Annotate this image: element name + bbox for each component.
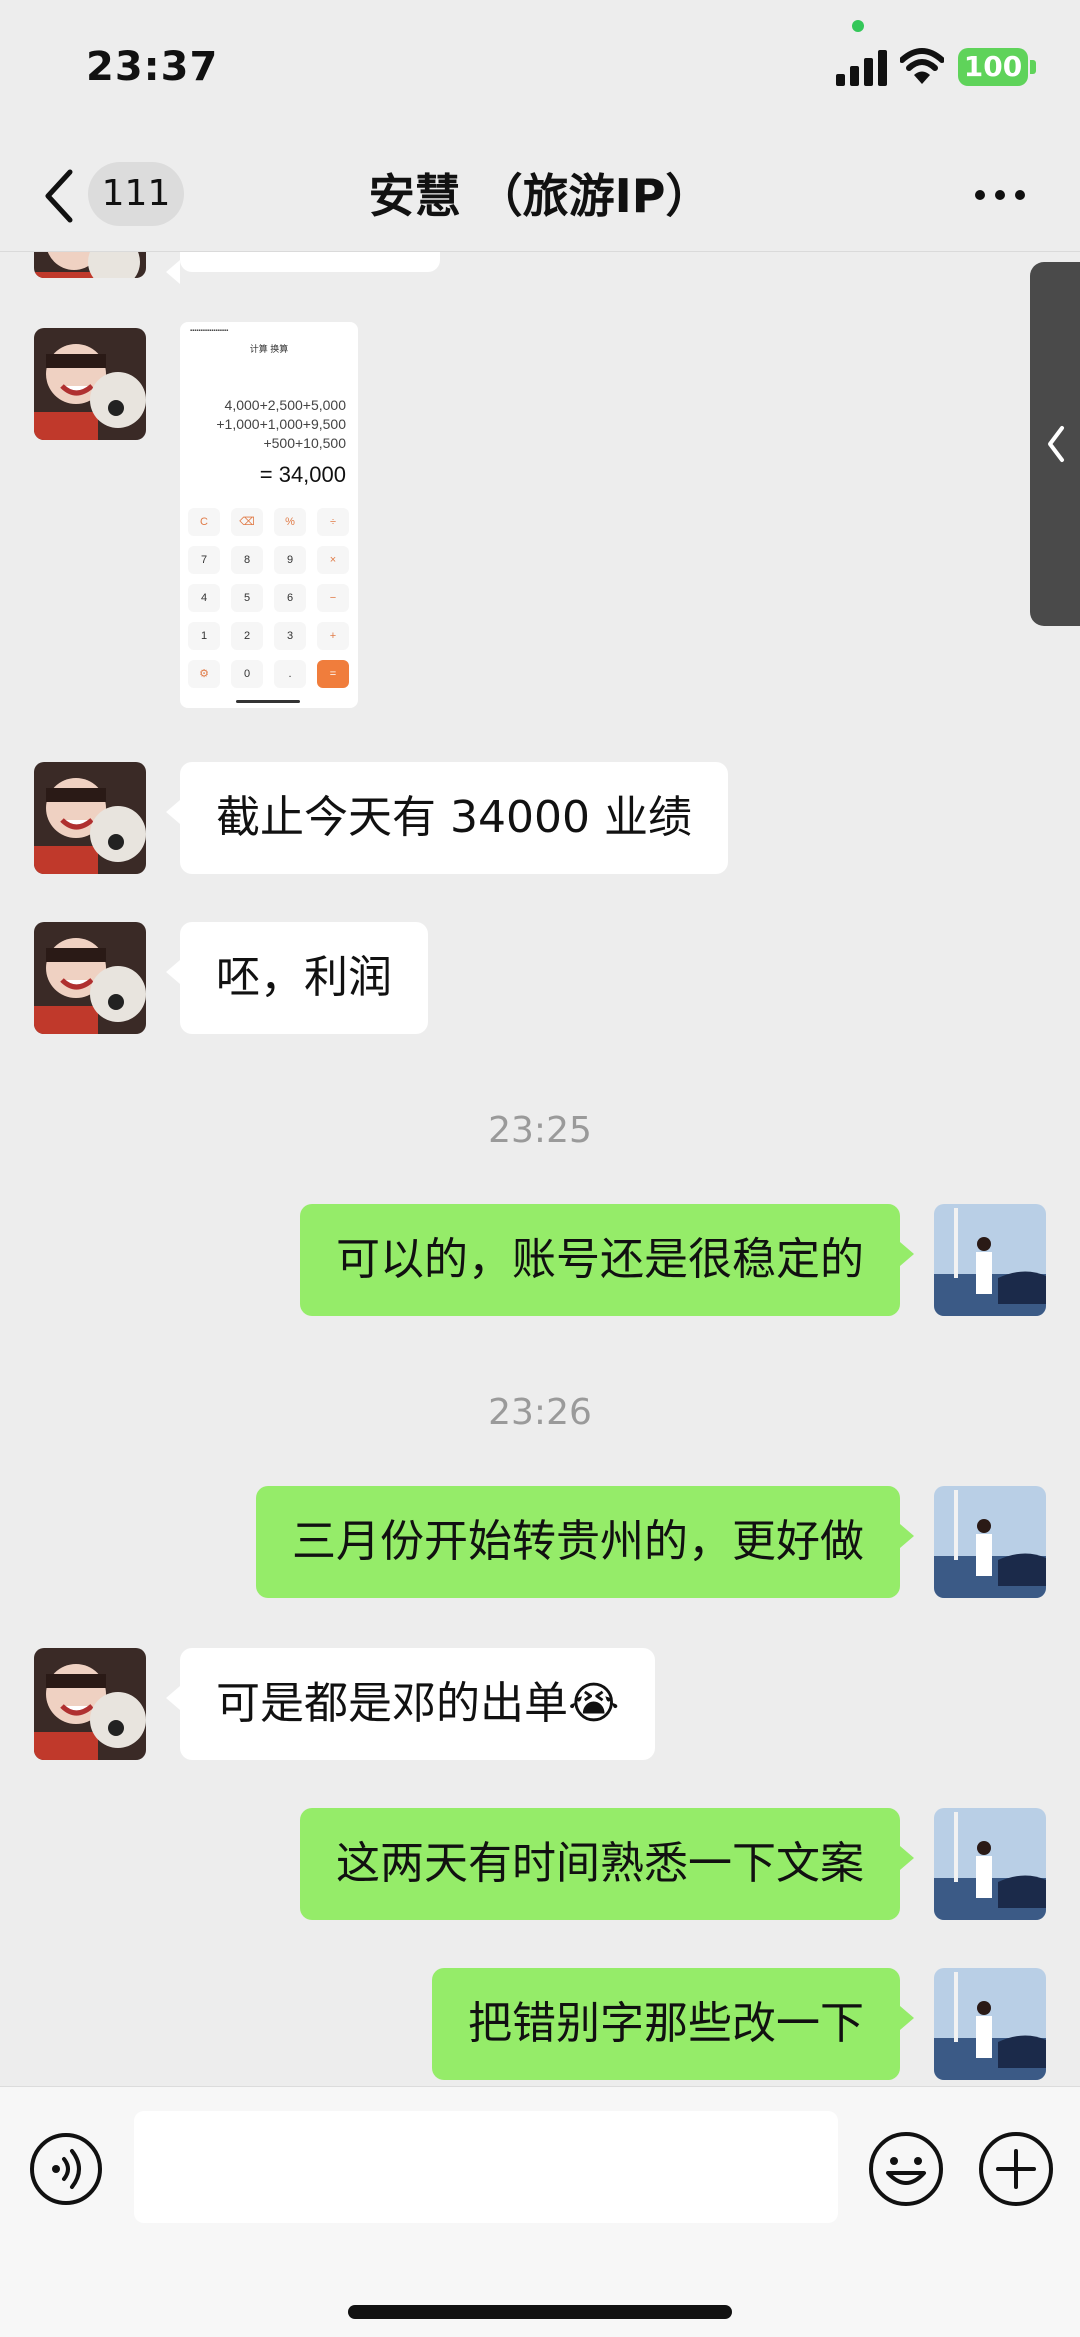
calc-key: ÷ xyxy=(317,508,349,536)
calc-key: = xyxy=(317,660,349,688)
avatar[interactable] xyxy=(934,1486,1046,1598)
calc-tabs: 计算 换算 xyxy=(249,344,289,354)
avatar[interactable] xyxy=(34,1648,146,1760)
calc-key: − xyxy=(317,584,349,612)
avatar[interactable] xyxy=(934,1808,1046,1920)
avatar[interactable] xyxy=(934,1204,1046,1316)
message-input[interactable] xyxy=(134,2111,838,2223)
floating-side-tab[interactable] xyxy=(1030,262,1080,626)
calc-home-indicator xyxy=(236,700,300,703)
calc-expression-line: +500+10,500 xyxy=(263,435,346,451)
signal-icon xyxy=(836,50,887,86)
input-bar xyxy=(0,2086,1080,2337)
chat-title: 安慧 （旅游IP） xyxy=(368,169,712,223)
calc-expression-line: +1,000+1,000+9,500 xyxy=(216,416,346,432)
calc-key: C xyxy=(188,508,220,536)
calc-key: 8 xyxy=(231,546,263,574)
calc-result: = 34,000 xyxy=(259,462,346,487)
status-bar: 23:37 100 xyxy=(0,0,1080,140)
voice-icon[interactable] xyxy=(28,2131,104,2207)
calc-key: 1 xyxy=(188,622,220,650)
message-bubble-incoming[interactable]: 可是都是邓的出单😭 xyxy=(165,1648,656,1760)
more-icon[interactable] xyxy=(972,180,1028,210)
avatar[interactable] xyxy=(34,252,146,278)
calc-expression: 4,000+2,500+5,000 +1,000+1,000+9,500 +50… xyxy=(186,396,346,453)
message-timestamp: 23:26 xyxy=(488,1392,592,1433)
calc-key: 4 xyxy=(188,584,220,612)
calc-key: 9 xyxy=(274,546,306,574)
wifi-icon xyxy=(900,48,944,84)
plus-icon[interactable] xyxy=(976,2129,1056,2209)
calc-key: 7 xyxy=(188,546,220,574)
avatar[interactable] xyxy=(934,1968,1046,2080)
calc-key: % xyxy=(274,508,306,536)
home-indicator[interactable] xyxy=(348,2305,732,2319)
calc-key: 5 xyxy=(231,584,263,612)
message-bubble-outgoing[interactable]: 这两天有时间熟悉一下文案 xyxy=(300,1808,914,1920)
status-time: 23:37 xyxy=(86,44,219,90)
calc-expression-line: 4,000+2,500+5,000 xyxy=(224,397,346,413)
message-timestamp: 23:25 xyxy=(488,1110,592,1151)
calc-key: ⚙ xyxy=(188,660,220,688)
calc-key: × xyxy=(317,546,349,574)
chevron-left-icon xyxy=(1048,426,1064,462)
calculator-screenshot-image[interactable]: ▪▪▪▪▪▪▪▪▪▪▪▪▪▪▪▪▪▪ 计算 换算 4,000+2,500+5,0… xyxy=(180,322,358,708)
battery-nub xyxy=(1030,60,1036,74)
calc-key: 0 xyxy=(231,660,263,688)
message-bubble-outgoing[interactable]: 可以的，账号还是很稳定的 xyxy=(300,1204,914,1316)
calc-key: 2 xyxy=(231,622,263,650)
avatar[interactable] xyxy=(34,922,146,1034)
message-bubble-outgoing[interactable]: 把错别字那些改一下 xyxy=(432,1968,914,2080)
emoji-icon[interactable] xyxy=(866,2129,946,2209)
battery-icon: 100 xyxy=(958,48,1028,86)
message-bubble-incoming[interactable]: 截止今天有 34000 业绩 xyxy=(166,762,728,874)
avatar[interactable] xyxy=(34,762,146,874)
calc-key: . xyxy=(274,660,306,688)
message-bubble-outgoing[interactable]: 三月份开始转贵州的，更好做 xyxy=(256,1486,914,1598)
calc-key: + xyxy=(317,622,349,650)
nav-bar: 111 安慧 （旅游IP） xyxy=(0,140,1080,252)
message-bubble-partial[interactable] xyxy=(166,252,440,284)
calc-status-bar: ▪▪▪▪▪▪▪▪▪▪▪▪▪▪▪▪▪▪ xyxy=(190,328,229,334)
calc-key: 3 xyxy=(274,622,306,650)
message-bubble-incoming[interactable]: 呸，利润 xyxy=(166,922,428,1034)
calc-key: ⌫ xyxy=(231,508,263,536)
calc-key: 6 xyxy=(274,584,306,612)
privacy-indicator-dot xyxy=(852,20,864,32)
avatar[interactable] xyxy=(34,328,146,440)
chat-message-list[interactable]: ▪▪▪▪▪▪▪▪▪▪▪▪▪▪▪▪▪▪ 计算 换算 4,000+2,500+5,0… xyxy=(0,252,1080,2086)
